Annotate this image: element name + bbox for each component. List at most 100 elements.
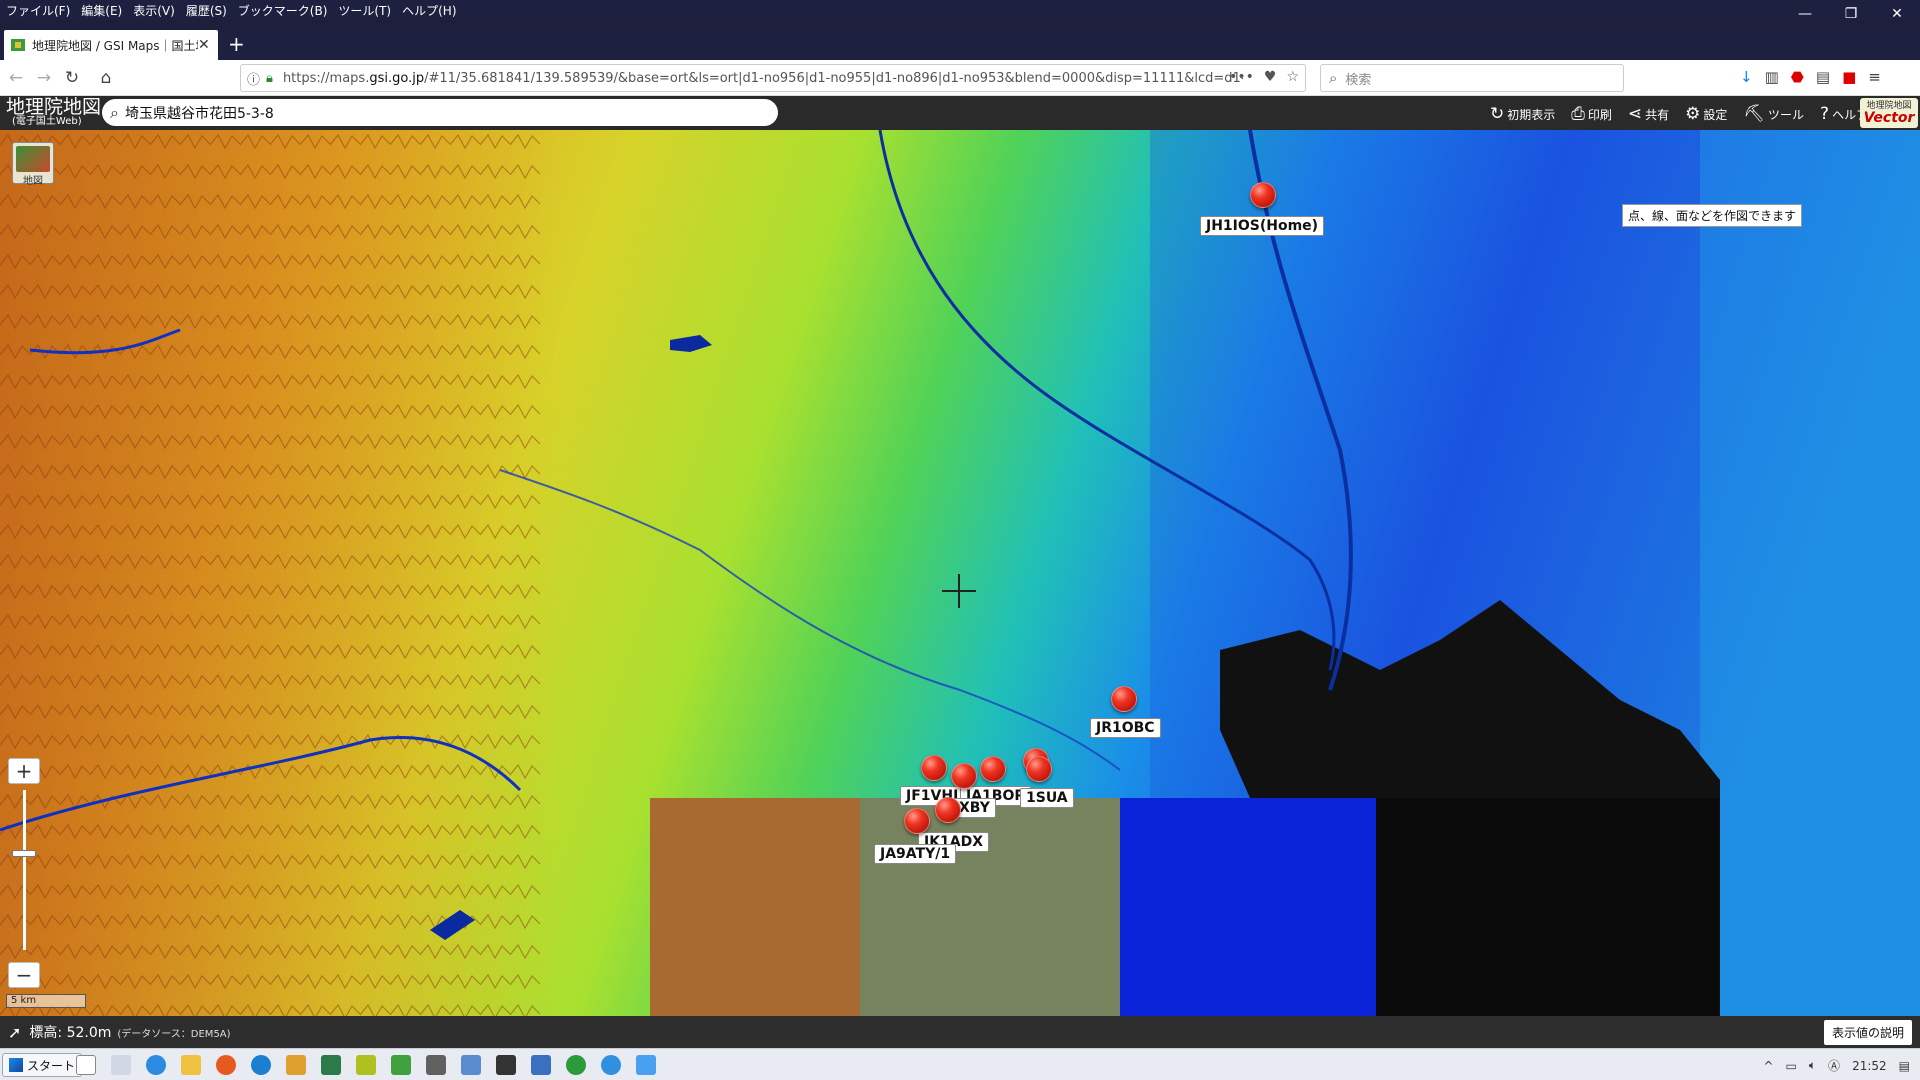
app-icon[interactable] — [391, 1055, 411, 1075]
hamburger-menu-icon[interactable]: ≡ — [1868, 68, 1881, 86]
app-icon[interactable] — [356, 1055, 376, 1075]
marker-label[interactable]: JH1IOS(Home) — [1200, 216, 1325, 236]
tray-expand-icon[interactable]: ^ — [1763, 1059, 1773, 1073]
search-icon[interactable] — [76, 1055, 96, 1075]
elevation-arrow-icon: ➚ — [8, 1022, 22, 1042]
share-button[interactable]: ⋖ 共有 — [1628, 104, 1669, 124]
map-marker[interactable] — [935, 797, 961, 823]
draw-tool-tooltip: 点、線、面などを作図できます — [1622, 204, 1803, 227]
zoom-out-button[interactable]: − — [8, 962, 40, 988]
volume-icon[interactable]: 🔈︎ — [1809, 1058, 1816, 1073]
elevation-readout: 標高: 52.0m — [29, 1025, 112, 1041]
sidebar-icon[interactable]: ▤ — [1816, 68, 1830, 86]
minimize-button[interactable]: — — [1782, 0, 1828, 28]
address-value: 埼玉県越谷市花田5-3-8 — [124, 105, 274, 122]
map-marker[interactable] — [921, 755, 947, 781]
map-marker[interactable] — [1026, 756, 1052, 782]
tab-gsi-maps[interactable]: 地理院地図 / GSI Maps｜国土地 ✕ — [4, 30, 218, 60]
menu-bookmarks[interactable]: ブックマーク(B) — [238, 2, 328, 19]
vector-map-button[interactable]: 地理院地図 Vector — [1860, 98, 1918, 128]
tab-title: 地理院地図 / GSI Maps｜国土地 — [32, 38, 198, 53]
tools-button[interactable]: ⛏ ツール — [1743, 104, 1804, 124]
adblock-icon[interactable]: ⬣ — [1791, 68, 1804, 86]
marker-label[interactable]: JR1OBC — [1090, 718, 1161, 738]
menu-bar: ファイル(F) 編集(E) 表示(V) 履歴(S) ブックマーク(B) ツール(… — [0, 0, 1920, 20]
zoom-slider-track[interactable] — [23, 790, 26, 950]
library-icon[interactable]: ▥ — [1765, 68, 1779, 86]
notification-icon[interactable]: ▤ — [1899, 1059, 1910, 1073]
folder-icon[interactable] — [181, 1055, 201, 1075]
ime-icon[interactable]: Ⓐ — [1828, 1057, 1840, 1074]
window-controls: — ❐ ✕ — [1782, 0, 1920, 28]
map-canvas[interactable]: 点、線、面などを作図できます 地図 JH1IOS(Home) JR1OBC JF… — [0, 130, 1920, 1016]
restore-button[interactable]: ❐ — [1828, 0, 1874, 28]
back-icon[interactable]: ← — [6, 68, 26, 88]
menu-help[interactable]: ヘルプ(H) — [402, 2, 456, 19]
map-marker[interactable] — [1250, 182, 1276, 208]
reset-label: 初期表示 — [1507, 107, 1556, 122]
network-icon[interactable]: ▭ — [1786, 1059, 1797, 1073]
download-icon[interactable]: ↓ — [1740, 68, 1753, 86]
search-icon: ⌕ — [1329, 69, 1338, 87]
app-icon[interactable] — [636, 1055, 656, 1075]
reload-icon[interactable]: ↻ — [62, 68, 82, 88]
gsi-favicon-icon — [11, 39, 25, 51]
task-view-icon[interactable] — [111, 1055, 131, 1075]
gsi-logo[interactable]: 地理院地図 (電子国土Web) — [6, 98, 101, 127]
map-marker[interactable] — [904, 808, 930, 834]
app-icon[interactable] — [496, 1055, 516, 1075]
close-tab-icon[interactable]: ✕ — [198, 37, 212, 53]
map-marker[interactable] — [951, 763, 977, 789]
lock-icon: 🔒︎ — [266, 70, 273, 86]
zoom-in-button[interactable]: + — [8, 758, 40, 784]
home-icon[interactable]: ⌂ — [96, 68, 116, 88]
map-layers-button[interactable]: 地図 — [12, 142, 54, 187]
status-bar: ➚ 標高: 52.0m (データソース：DEM5A) 表示値の説明 — [0, 1016, 1920, 1048]
app-icon[interactable] — [601, 1055, 621, 1075]
app-icon[interactable] — [426, 1055, 446, 1075]
app-icon[interactable] — [531, 1055, 551, 1075]
legend-button[interactable]: 表示値の説明 — [1823, 1020, 1912, 1045]
taskbar: スタート ^ ▭ 🔈︎ Ⓐ 21:52 ▤ — [0, 1048, 1920, 1080]
windows-icon — [9, 1058, 23, 1072]
app-icon[interactable] — [286, 1055, 306, 1075]
settings-button[interactable]: ⚙ 設定 — [1685, 104, 1727, 124]
pocket-icon[interactable]: ♥ — [1264, 69, 1277, 85]
start-button[interactable]: スタート — [2, 1053, 83, 1077]
edge-icon[interactable] — [251, 1055, 271, 1075]
info-icon[interactable]: ⓘ — [247, 69, 260, 88]
map-marker[interactable] — [1111, 686, 1137, 712]
vector-label: Vector — [1863, 110, 1915, 126]
menu-edit[interactable]: 編集(E) — [81, 2, 122, 19]
marker-label[interactable]: 1SUA — [1020, 788, 1074, 808]
bookmark-star-icon[interactable]: ☆ — [1286, 69, 1299, 85]
app-icon[interactable] — [566, 1055, 586, 1075]
forward-icon[interactable]: → — [34, 68, 54, 88]
menu-view[interactable]: 表示(V) — [133, 2, 175, 19]
system-tray: ^ ▭ 🔈︎ Ⓐ 21:52 ▤ — [1763, 1057, 1910, 1074]
extension-off-icon[interactable]: ■ — [1842, 68, 1856, 86]
url-bar[interactable]: ⓘ 🔒︎ https://maps.gsi.go.jp/#11/35.68184… — [240, 64, 1306, 92]
search-input[interactable]: ⌕ 検索 — [1320, 64, 1624, 92]
print-button[interactable]: ⎙ 印刷 — [1571, 104, 1612, 124]
close-window-button[interactable]: ✕ — [1874, 0, 1920, 28]
app-icon[interactable] — [321, 1055, 341, 1075]
clock[interactable]: 21:52 — [1852, 1059, 1887, 1073]
page-actions-icon[interactable]: ••• — [1229, 69, 1254, 85]
menu-file[interactable]: ファイル(F) — [6, 2, 70, 19]
reset-view-button[interactable]: ↻ 初期表示 — [1490, 104, 1555, 124]
firefox-icon[interactable] — [216, 1055, 236, 1075]
marker-label[interactable]: JA9ATY/1 — [874, 844, 957, 864]
zoom-control: + − — [8, 758, 40, 994]
menu-tools[interactable]: ツール(T) — [338, 2, 391, 19]
url-text[interactable]: https://maps.gsi.go.jp/#11/35.681841/139… — [283, 71, 1243, 86]
map-marker[interactable] — [980, 756, 1006, 782]
new-tab-button[interactable]: + — [228, 32, 245, 56]
menu-history[interactable]: 履歴(S) — [186, 2, 227, 19]
printer-icon: ⎙ — [1571, 104, 1585, 124]
logo-main-text: 地理院地図 — [6, 96, 102, 118]
address-search-field[interactable]: ⌕ 埼玉県越谷市花田5-3-8 — [102, 99, 778, 126]
ie-icon[interactable] — [146, 1055, 166, 1075]
zoom-slider-thumb[interactable] — [12, 850, 36, 857]
app-icon[interactable] — [461, 1055, 481, 1075]
